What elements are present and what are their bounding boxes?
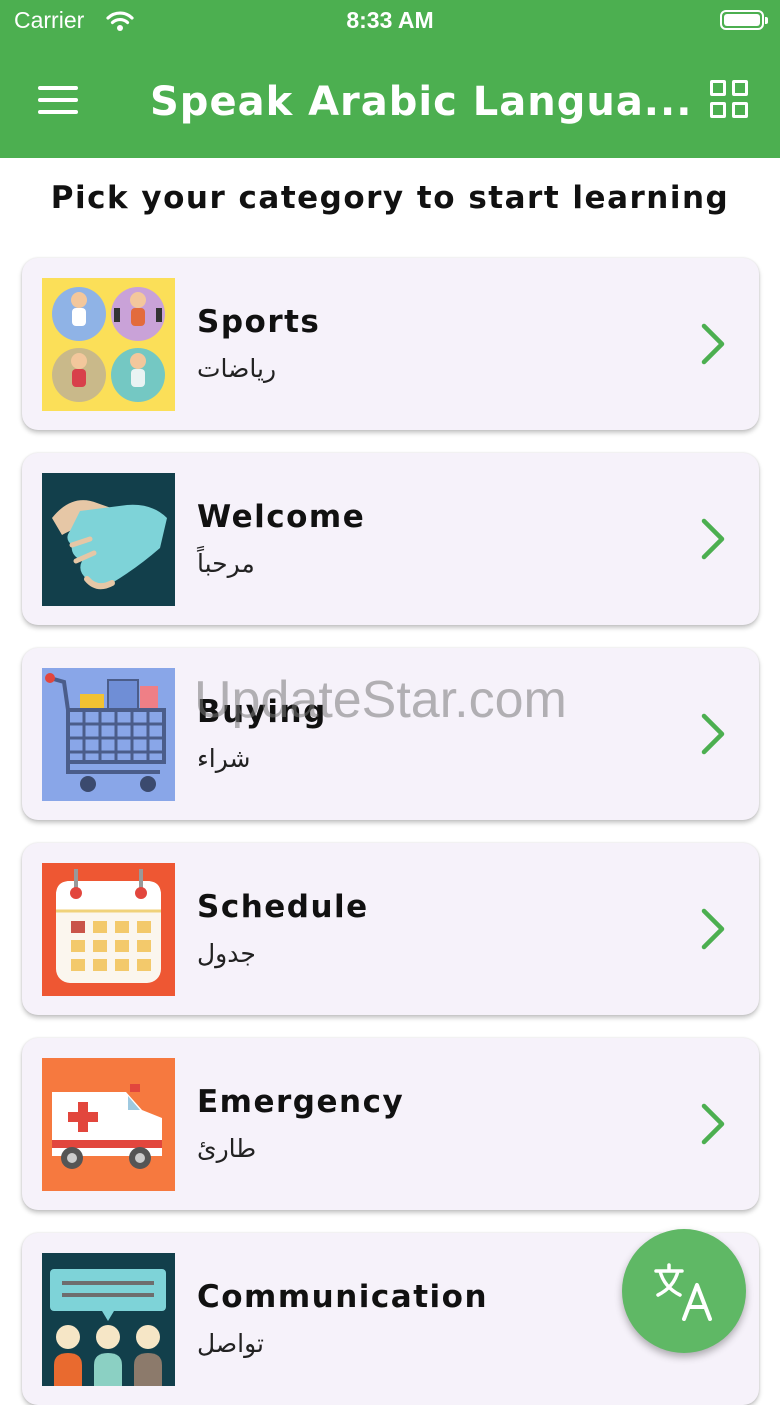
schedule-thumbnail	[42, 863, 175, 996]
status-bar: Carrier 8:33 AM	[0, 0, 780, 44]
watermark: UpdateStar.com	[194, 671, 567, 729]
welcome-thumbnail	[42, 473, 175, 606]
emergency-thumbnail	[42, 1058, 175, 1191]
sports-thumbnail	[42, 278, 175, 411]
category-card-schedule[interactable]: Schedule جدول	[22, 843, 759, 1015]
chevron-right-icon	[701, 713, 725, 755]
category-arabic: طارئ	[197, 1134, 257, 1163]
chevron-right-icon	[701, 1103, 725, 1145]
communication-thumbnail	[42, 1253, 175, 1386]
category-card-emergency[interactable]: Emergency طارئ	[22, 1038, 759, 1210]
chevron-right-icon	[701, 518, 725, 560]
category-name: Welcome	[197, 499, 366, 535]
grid-view-icon[interactable]	[710, 80, 750, 120]
app-header: Carrier 8:33 AM Speak Arabic Langua...	[0, 0, 780, 158]
chevron-right-icon	[701, 908, 725, 950]
category-card-sports[interactable]: Sports رياضات	[22, 258, 759, 430]
status-time: 8:33 AM	[346, 7, 434, 33]
category-arabic: مرحباً	[197, 549, 255, 578]
category-arabic: شراء	[197, 744, 251, 773]
chevron-right-icon	[701, 323, 725, 365]
translate-fab-button[interactable]	[622, 1229, 746, 1353]
app-title: Speak Arabic Langua...	[150, 79, 693, 125]
category-name: Schedule	[197, 889, 369, 925]
category-arabic: رياضات	[197, 354, 277, 383]
translate-icon	[654, 1263, 712, 1321]
menu-icon[interactable]	[38, 86, 78, 114]
buying-thumbnail	[42, 668, 175, 801]
battery-icon	[720, 10, 768, 30]
page-subtitle: Pick your category to start learning	[50, 180, 730, 216]
category-name: Sports	[197, 304, 321, 340]
category-arabic: جدول	[197, 939, 256, 968]
category-card-welcome[interactable]: Welcome مرحباً	[22, 453, 759, 625]
category-name: Communication	[197, 1279, 489, 1315]
category-name: Emergency	[197, 1084, 405, 1120]
category-arabic: تواصل	[197, 1329, 264, 1358]
